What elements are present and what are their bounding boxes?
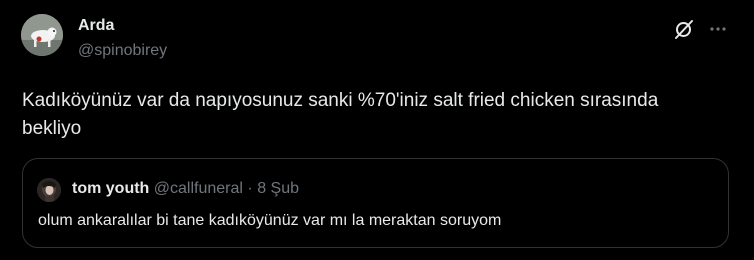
avatar-image (21, 14, 63, 56)
quoted-date[interactable]: 8 Şub (257, 180, 299, 197)
quoted-text: olum ankaralılar bi tane kadıköyünüz var… (38, 212, 502, 229)
author-avatar[interactable] (21, 14, 63, 56)
quoted-header: tom youth @callfuneral · 8 Şub (72, 178, 299, 200)
more-dots-icon[interactable] (706, 17, 730, 41)
quoted-author-name[interactable]: tom youth (72, 180, 149, 197)
tweet-text: Kadıköyünüz var da napıyosunuz sanki %70… (22, 90, 659, 139)
quoted-separator: · (247, 180, 253, 197)
quoted-author-handle[interactable]: @callfuneral (154, 180, 243, 197)
tweet-card: Arda @spinobirey Kadıköyünüz var da napı… (0, 0, 754, 260)
grok-icon[interactable] (672, 17, 696, 41)
more-glyph (710, 27, 726, 31)
author-name[interactable]: Arda (78, 16, 114, 36)
quoted-author-avatar[interactable] (37, 178, 61, 202)
quoted-avatar-image (37, 178, 61, 202)
grok-glyph (675, 20, 693, 39)
author-handle[interactable]: @spinobirey (78, 41, 167, 61)
quoted-tweet[interactable]: tom youth @callfuneral · 8 Şub olum anka… (22, 158, 729, 248)
